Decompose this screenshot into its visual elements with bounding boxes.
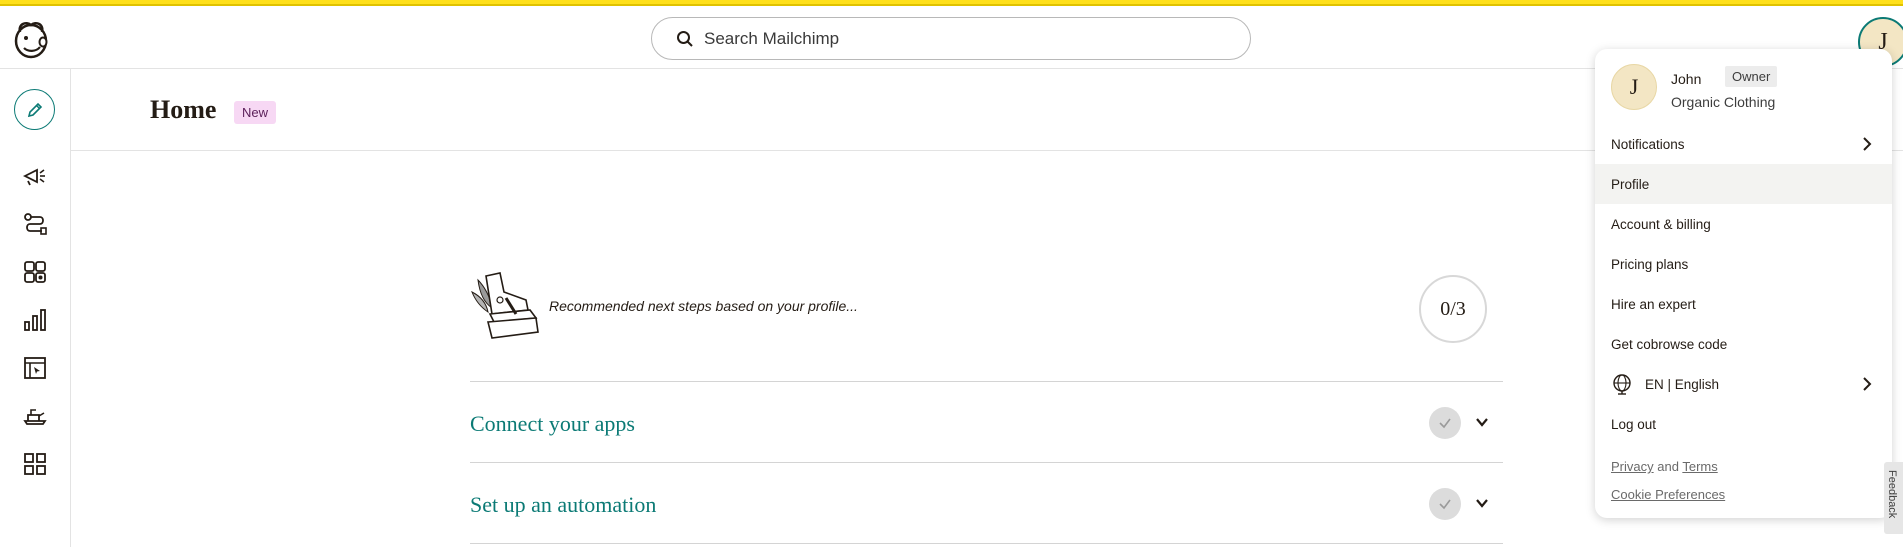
sidebar-nav [0,69,71,547]
analytics-bar-chart-icon[interactable] [21,306,49,334]
menu-item-label: Pricing plans [1611,256,1689,272]
search-input[interactable] [704,28,1204,49]
menu-item-notifications[interactable]: Notifications [1595,124,1892,164]
cookie-preferences-link[interactable]: Cookie Preferences [1611,487,1725,502]
and-text: and [1657,459,1679,474]
terms-link[interactable]: Terms [1682,459,1717,474]
automations-flow-icon[interactable] [21,210,49,238]
menu-item-label: Get cobrowse code [1611,336,1728,352]
privacy-link[interactable]: Privacy [1611,459,1654,474]
next-steps-intro: Recommended next steps based on your pro… [470,266,1503,381]
account-menu: J John Owner Organic Clothing Notificati… [1595,49,1892,518]
feedback-label: Feedback [1886,470,1898,519]
menu-item-label: Hire an expert [1611,296,1696,312]
menu-item-profile[interactable]: Profile [1595,164,1892,204]
campaigns-megaphone-icon[interactable] [21,162,49,190]
page-title: Home [150,95,217,124]
checkmark-icon [1429,407,1461,439]
menu-item-hire-expert[interactable]: Hire an expert [1595,284,1892,324]
integrations-grid-icon[interactable] [21,450,49,478]
globe-icon [1613,374,1631,395]
winged-shoe-illustration-icon [471,272,539,339]
new-badge: New [234,101,277,124]
next-steps-panel: Recommended next steps based on your pro… [470,266,1503,544]
menu-item-label: EN | English [1645,376,1720,392]
create-button[interactable] [14,89,55,130]
step-title[interactable]: Connect your apps [470,411,635,437]
checkmark-icon [1429,488,1461,520]
content-studio-icon[interactable] [21,402,49,430]
progress-counter: 0/3 [1419,275,1487,343]
mailchimp-logo-icon[interactable] [10,18,52,60]
cookie-links: Cookie Preferences [1611,487,1725,502]
menu-item-cobrowse-code[interactable]: Get cobrowse code [1595,324,1892,364]
legal-links: Privacy and Terms [1611,459,1718,474]
menu-item-label: Notifications [1611,136,1685,152]
user-name: John [1671,71,1702,87]
role-badge: Owner [1725,66,1778,87]
search-bar[interactable] [651,17,1251,60]
menu-item-pricing-plans[interactable]: Pricing plans [1595,244,1892,284]
next-steps-text: Recommended next steps based on your pro… [549,298,858,314]
pencil-icon [27,102,42,117]
chevron-down-icon[interactable] [1475,496,1489,510]
search-icon [677,30,693,47]
step-title[interactable]: Set up an automation [470,492,656,518]
menu-item-label: Profile [1611,176,1650,192]
menu-item-account-billing[interactable]: Account & billing [1595,204,1892,244]
step-setup-automation[interactable]: Set up an automation [470,462,1503,543]
chevron-right-icon [1863,137,1872,151]
avatar: J [1611,64,1657,110]
audience-icon[interactable] [21,258,49,286]
organization-name: Organic Clothing [1671,94,1776,110]
website-icon[interactable] [21,354,49,382]
chevron-down-icon[interactable] [1475,415,1489,429]
chevron-right-icon [1863,377,1872,391]
menu-item-label: Account & billing [1611,216,1711,232]
step-connect-apps[interactable]: Connect your apps [470,381,1503,462]
menu-item-log-out[interactable]: Log out [1595,404,1892,444]
menu-item-language[interactable]: EN | English [1595,364,1892,404]
feedback-tab[interactable]: Feedback [1884,462,1903,534]
menu-item-label: Log out [1611,416,1657,432]
step-divider [470,543,1503,544]
